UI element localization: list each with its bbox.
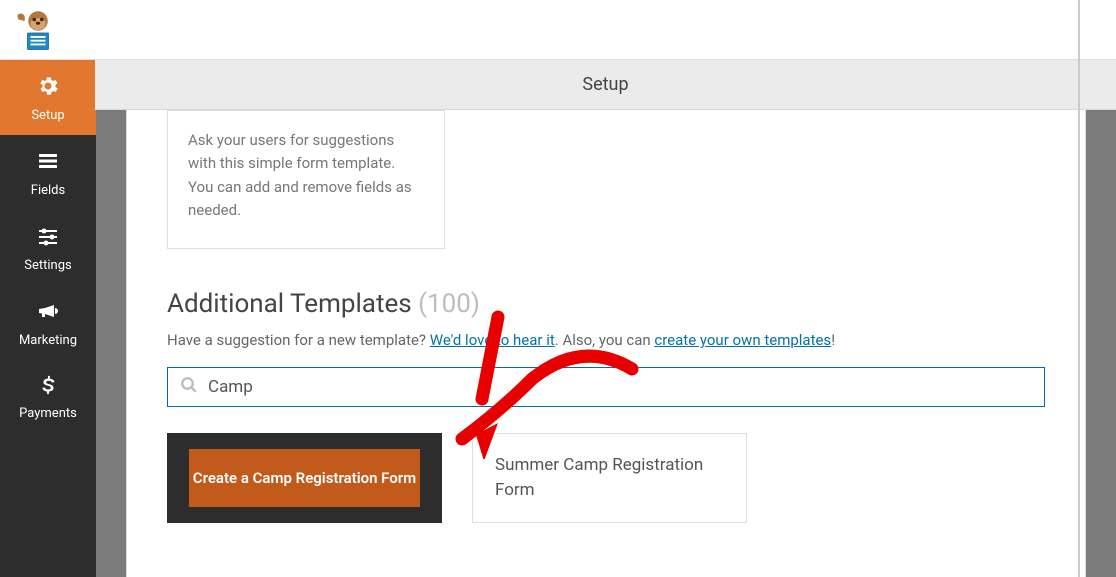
sidebar-item-fields[interactable]: Fields bbox=[0, 135, 96, 210]
sidebar-label: Settings bbox=[24, 258, 71, 273]
sliders-icon bbox=[36, 224, 60, 252]
topbar-title: Setup bbox=[582, 74, 628, 95]
wpforms-logo bbox=[14, 6, 62, 54]
suggest-template-link[interactable]: We'd love to hear it bbox=[430, 331, 555, 349]
template-description-card: Ask your users for suggestions with this… bbox=[167, 110, 445, 249]
sidebar-label: Marketing bbox=[19, 333, 77, 348]
search-icon bbox=[180, 376, 198, 398]
builder-sidebar: Setup Fields Settings Marketing Payments bbox=[0, 60, 96, 577]
create-template-button[interactable]: Create a Camp Registration Form bbox=[189, 449, 420, 507]
sidebar-label: Payments bbox=[19, 406, 77, 421]
topbar: Setup bbox=[95, 60, 1116, 110]
sidebar-label: Fields bbox=[31, 183, 65, 198]
bullhorn-icon bbox=[36, 299, 60, 327]
sidebar-item-settings[interactable]: Settings bbox=[0, 210, 96, 285]
template-description-text: Ask your users for suggestions with this… bbox=[188, 131, 412, 219]
template-search-box[interactable] bbox=[167, 367, 1045, 407]
top-logo-bar bbox=[0, 0, 1116, 60]
sidebar-item-payments[interactable]: Payments bbox=[0, 360, 96, 433]
sidebar-label: Setup bbox=[31, 108, 64, 123]
create-own-templates-link[interactable]: create your own templates bbox=[654, 331, 831, 349]
additional-templates-section: Additional Templates (100) Have a sugges… bbox=[167, 289, 1045, 523]
template-results: Create a Camp Registration Form Summer C… bbox=[167, 433, 1045, 523]
gear-icon bbox=[36, 74, 60, 102]
dollar-icon bbox=[37, 374, 59, 400]
right-border-decoration bbox=[1078, 0, 1080, 577]
template-result-primary[interactable]: Create a Camp Registration Form bbox=[167, 433, 442, 523]
sidebar-item-setup[interactable]: Setup bbox=[0, 60, 96, 135]
list-icon bbox=[36, 149, 60, 177]
template-search-input[interactable] bbox=[208, 377, 1032, 397]
section-heading: Additional Templates (100) bbox=[167, 289, 1045, 319]
template-result-secondary[interactable]: Summer Camp Registration Form bbox=[472, 433, 747, 523]
setup-panel: Ask your users for suggestions with this… bbox=[126, 110, 1086, 577]
templates-count: (100) bbox=[418, 289, 480, 319]
section-description: Have a suggestion for a new template? We… bbox=[167, 331, 1045, 349]
sidebar-item-marketing[interactable]: Marketing bbox=[0, 285, 96, 360]
